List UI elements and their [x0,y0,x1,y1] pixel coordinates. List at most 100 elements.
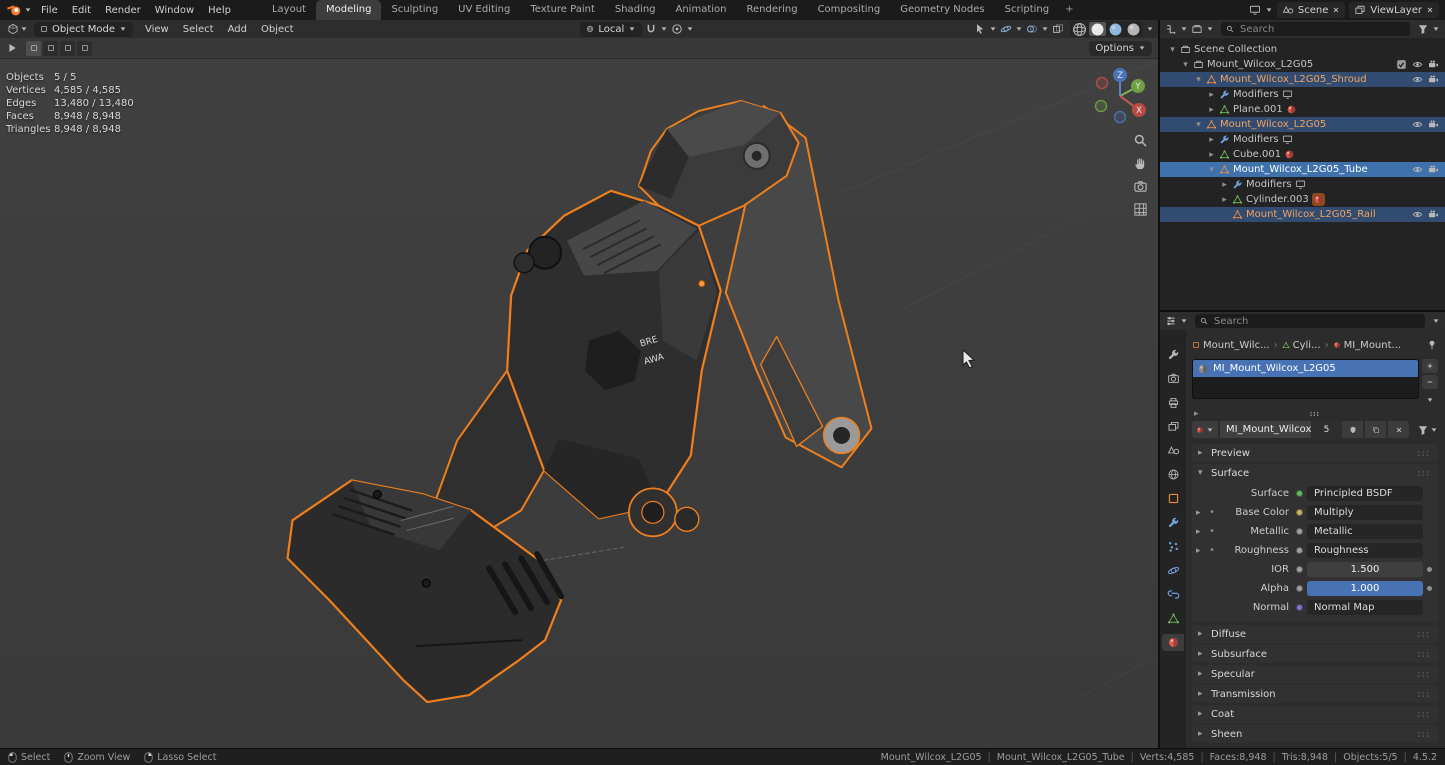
viewport-canvas[interactable]: BRE AWA Objects5 / 5Vertices4,585 / 4,58… [0,59,1158,748]
viewport-menu-select[interactable]: Select [176,22,221,37]
eye-icon[interactable] [1412,119,1423,130]
camera-icon[interactable] [1428,164,1439,175]
caret-icon[interactable] [1432,317,1440,325]
input-metallic[interactable]: Metallic [1307,524,1423,539]
caret-icon[interactable] [1432,25,1440,33]
outliner-row-cube-001[interactable]: ▸Cube.001 [1160,147,1445,162]
outliner-row-scene-collection[interactable]: ▾Scene Collection [1160,42,1445,57]
display-mode-icon[interactable] [1191,23,1203,35]
expand-arrow[interactable]: ▸ [1207,135,1216,145]
workspace-tab-modeling[interactable]: Modeling [316,0,382,20]
camera-icon[interactable] [1428,59,1439,70]
animate-property-dot[interactable] [1423,586,1436,591]
camera-view-icon[interactable] [1133,179,1148,194]
outliner-search-input[interactable] [1238,23,1405,36]
workspace-tab-animation[interactable]: Animation [666,0,737,20]
pan-tool-icon[interactable] [1133,156,1148,171]
panel-surface-header[interactable]: ▾ Surface [1192,464,1438,482]
outliner-row-plane-001[interactable]: ▸Plane.001 [1160,102,1445,117]
outliner-row-mount-wilcox-l2g05[interactable]: ▾Mount_Wilcox_L2G05 [1160,117,1445,132]
viewlayer-unlink-icon[interactable] [1426,6,1434,14]
remove-slot-button[interactable] [1422,375,1438,389]
properties-tab-physics[interactable] [1162,562,1184,579]
shading-caret-icon[interactable] [1146,25,1154,33]
material-icon[interactable] [1286,104,1297,115]
workspace-tab-geometry-nodes[interactable]: Geometry Nodes [890,0,994,20]
input-normal[interactable]: Normal Map [1307,600,1423,615]
list-resize-grip[interactable]: ▸ [1192,408,1438,420]
gizmos-caret-icon[interactable] [1015,25,1023,33]
select-mode-extend-button[interactable] [43,41,58,56]
users-count-button[interactable]: 5 [1313,421,1340,438]
select-mode-intersect-button[interactable] [77,41,92,56]
show-gizmos-icon[interactable] [1000,23,1012,35]
selectability-icon[interactable] [974,23,986,35]
checkbox-icon[interactable] [1396,59,1407,70]
workspace-tab-scripting[interactable]: Scripting [995,0,1059,20]
slot-specials-button[interactable] [1422,393,1438,407]
properties-tab-view-layer[interactable] [1162,418,1184,435]
screen-icon[interactable] [1282,134,1293,145]
panel-coat[interactable]: ▸Coat [1192,705,1438,723]
expand-arrow[interactable]: ▸ [1220,180,1229,190]
fake-user-button[interactable] [1342,421,1363,438]
material-slot-list[interactable]: MI_Mount_Wilcox_L2G05 [1192,359,1419,399]
workspace-tab-sculpting[interactable]: Sculpting [381,0,448,20]
navigation-gizmo[interactable]: Z Y X [1088,64,1152,128]
material-active-icon[interactable] [1312,193,1325,206]
eye-icon[interactable] [1412,74,1423,85]
breadcrumb-item-2[interactable]: MI_Mount... [1333,340,1401,351]
outliner-row-modifiers[interactable]: ▸Modifiers [1160,177,1445,192]
select-mode-subtract-button[interactable] [60,41,75,56]
browse-material-button[interactable] [1192,421,1218,438]
select-mode-new-button[interactable] [26,41,41,56]
expand-arrow[interactable]: ▾ [1194,75,1203,85]
axis-x-neg-ball[interactable] [1097,78,1108,89]
outliner-editor-icon[interactable] [1165,23,1177,35]
input-surface[interactable]: Principled BSDF [1307,486,1423,501]
outliner-search[interactable] [1221,22,1410,36]
snap-toggle-icon[interactable] [645,23,657,35]
scene-browse-caret-icon[interactable] [1265,6,1273,14]
shading-material-button[interactable] [1107,22,1124,36]
outliner-row-cylinder-003[interactable]: ▸Cylinder.003 [1160,192,1445,207]
eye-icon[interactable] [1412,209,1423,220]
mode-dropdown[interactable]: Object Mode [34,22,133,37]
input-roughness[interactable]: Roughness [1307,543,1423,558]
snap-caret-icon[interactable] [660,25,668,33]
input-base-color[interactable]: Multiply [1307,505,1423,520]
menu-file[interactable]: File [34,3,65,18]
pin-icon[interactable] [1426,339,1438,351]
panel-specular[interactable]: ▸Specular [1192,665,1438,683]
shading-rendered-button[interactable] [1125,22,1142,36]
proportional-caret-icon[interactable] [686,25,694,33]
breadcrumb-item-0[interactable]: Mount_Wilc... [1192,340,1270,351]
camera-icon[interactable] [1428,74,1439,85]
app-menu-caret-icon[interactable] [24,6,32,14]
properties-tab-particles[interactable] [1162,538,1184,555]
filter-icon[interactable] [1417,23,1429,35]
add-workspace-button[interactable]: + [1059,0,1079,20]
material-slot-item[interactable]: MI_Mount_Wilcox_L2G05 [1193,360,1418,377]
selectability-caret-icon[interactable] [989,25,997,33]
expand-arrow[interactable]: ▸ [1196,508,1204,518]
overlays-caret-icon[interactable] [1041,25,1049,33]
properties-tab-material[interactable] [1162,634,1184,651]
workspace-tab-compositing[interactable]: Compositing [808,0,891,20]
editor-type-button[interactable] [4,22,31,36]
expand-arrow[interactable]: ▾ [1168,45,1177,55]
blender-logo-icon[interactable] [6,3,22,17]
active-tool-icon[interactable] [6,42,18,54]
caret-icon[interactable] [1430,426,1438,434]
properties-tab-output[interactable] [1162,394,1184,411]
panel-transmission[interactable]: ▸Transmission [1192,685,1438,703]
projection-toggle-icon[interactable] [1133,202,1148,217]
camera-icon[interactable] [1428,119,1439,130]
outliner-row-mount-wilcox-l2g05-rail[interactable]: Mount_Wilcox_L2G05_Rail [1160,207,1445,222]
3d-scene[interactable]: BRE AWA [0,59,1158,748]
material-icon[interactable] [1284,149,1295,160]
expand-arrow[interactable]: ▸ [1207,90,1216,100]
panel-sheen[interactable]: ▸Sheen [1192,725,1438,743]
proportional-editing-icon[interactable] [671,23,683,35]
caret-icon[interactable] [1206,25,1214,33]
